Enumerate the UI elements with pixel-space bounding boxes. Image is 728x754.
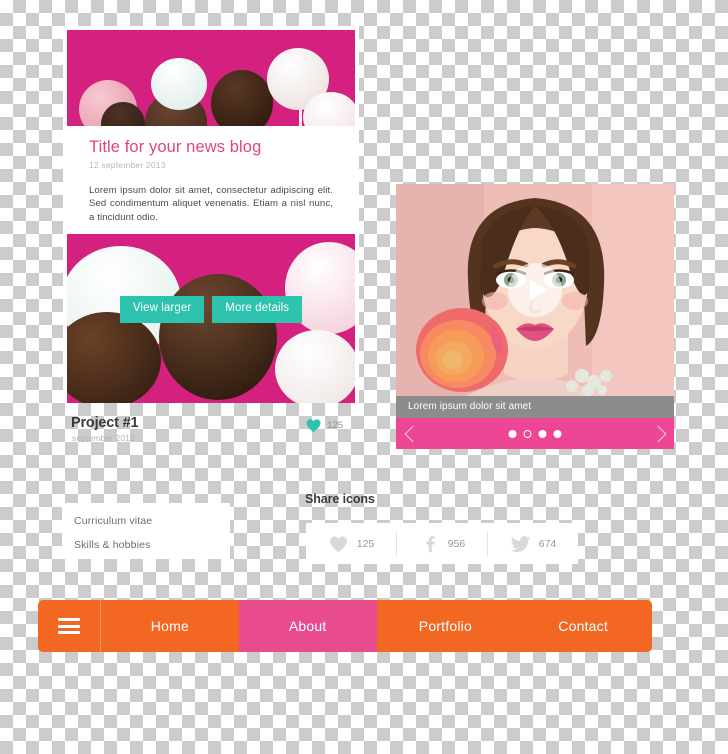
slider-dot[interactable] [553,429,562,438]
share-twitter[interactable]: 674 [488,531,578,557]
chevron-right-icon[interactable] [649,425,667,443]
play-icon[interactable] [508,263,562,317]
heart-icon [306,419,321,433]
media-caption: Lorem ipsum dolor sit amet [396,396,674,418]
hamburger-icon[interactable] [38,600,101,652]
nav-item-portfolio[interactable]: Portfolio [377,600,515,652]
project-date: september 2012 [72,433,135,443]
menu-item-curriculum-vitae[interactable]: Curriculum vitae [74,515,152,527]
share-likes[interactable]: 125 [306,530,397,557]
nav-item-contact[interactable]: Contact [514,600,652,652]
more-details-button[interactable]: More details [212,296,303,323]
heart-icon [329,536,347,553]
image-action-buttons: View larger More details [67,296,355,323]
twitter-icon [510,536,530,552]
share-count: 956 [447,537,466,550]
portrait-image [396,184,674,396]
blog-header-image [67,30,355,126]
share-facebook[interactable]: 956 [397,530,488,557]
blog-secondary-image: View larger More details [67,234,355,404]
share-count: 125 [356,537,375,550]
blog-title: Title for your news blog [89,138,262,156]
project-meta-row: Project #1 september 2012 125 [63,415,359,449]
media-slider-card: Lorem ipsum dolor sit amet [396,184,674,449]
share-icons-panel: 125 956 674 [306,523,578,564]
slider-dot-active[interactable] [523,429,532,438]
blog-text-block: Title for your news blog 12 september 20… [63,126,359,230]
main-navbar: Home About Portfolio Contact [38,600,652,652]
view-larger-button[interactable]: View larger [119,296,205,323]
project-like-group[interactable]: 125 [305,417,343,433]
chevron-left-icon[interactable] [403,425,422,443]
sidebar-menu-panel: Curriculum vitae Skills & hobbies [62,503,230,559]
project-like-count: 125 [327,419,343,431]
blog-date: 12 september 2013 [89,160,166,170]
menu-item-skills-hobbies[interactable]: Skills & hobbies [74,539,151,551]
slider-dot[interactable] [538,429,547,438]
share-count: 674 [538,537,557,550]
slider-control-bar [396,418,674,449]
mockup-stage: Title for your news blog 12 september 20… [0,0,728,754]
share-icons-heading: Share icons [305,492,375,506]
facebook-icon [426,536,435,553]
slider-dot[interactable] [508,429,517,438]
news-blog-card: Title for your news blog 12 september 20… [63,26,359,404]
nav-item-about[interactable]: About [238,600,377,652]
slider-dots [508,429,562,438]
project-title: Project #1 [71,415,139,431]
blog-body-text: Lorem ipsum dolor sit amet, consectetur … [89,185,333,223]
nav-item-home[interactable]: Home [101,600,239,652]
